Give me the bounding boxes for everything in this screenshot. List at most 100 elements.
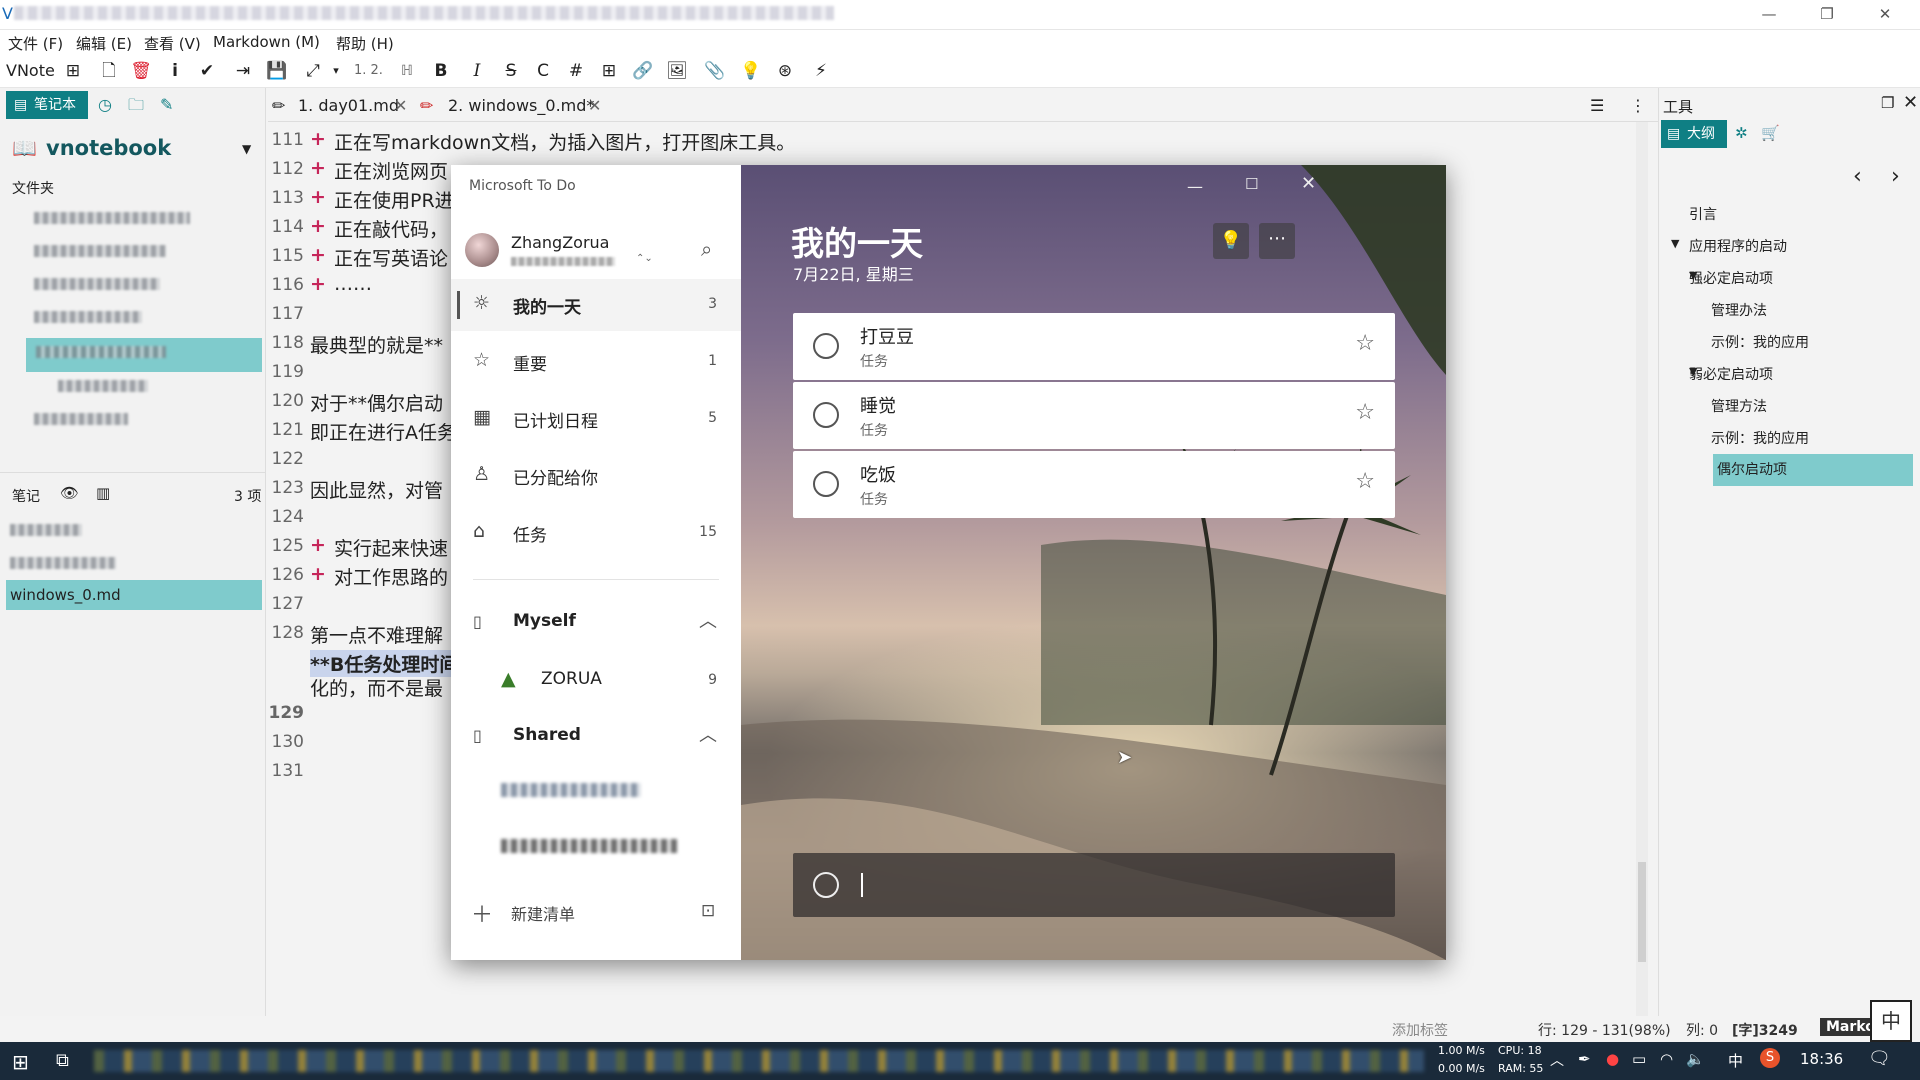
editor-line[interactable]: 即正在进行A任务 <box>310 418 456 445</box>
folder-item[interactable] <box>34 311 142 323</box>
expand-icon[interactable]: ⤢ <box>302 58 324 84</box>
bold-button[interactable]: B <box>430 58 452 84</box>
code-button[interactable]: C <box>532 58 554 84</box>
table-icon[interactable]: ⊞ <box>598 58 620 84</box>
todo-maximize-button[interactable]: ☐ <box>1245 175 1258 193</box>
delete-icon[interactable]: 🗑 <box>130 58 152 84</box>
expand-arrow-icon[interactable]: ▼ <box>1671 237 1679 250</box>
plus-icon[interactable]: ＋ <box>471 897 493 929</box>
tab-windows0[interactable]: 2. windows_0.md* <box>448 92 594 120</box>
editor-line[interactable]: 正在浏览网页 <box>334 157 448 184</box>
editor-line[interactable]: 正在写markdown文档，为插入图片，打开图床工具。 <box>334 128 795 155</box>
editor-line[interactable]: 因此显然，对管 <box>310 476 443 503</box>
star-icon[interactable]: ☆ <box>1355 331 1375 356</box>
notebook-name[interactable]: vnotebook <box>46 136 171 160</box>
shared-list-item[interactable] <box>501 839 677 853</box>
outline-item[interactable]: 引言 <box>1689 204 1717 224</box>
list-icon[interactable]: ☰ <box>1590 92 1604 120</box>
heading-icon[interactable]: ℍ <box>396 58 418 84</box>
star-icon[interactable]: ☆ <box>1355 400 1375 425</box>
task-item[interactable]: 吃饭 任务 ☆ <box>793 451 1395 518</box>
shared-list-item[interactable] <box>501 783 641 797</box>
account-chevron-icon[interactable]: ⌃⌄ <box>636 253 653 264</box>
more-options-icon[interactable]: ⋯ <box>1259 223 1295 259</box>
avatar[interactable] <box>465 233 499 267</box>
editor-line[interactable]: 正在使用PR进 <box>334 186 454 213</box>
outline-item[interactable]: 偶尔启动项 <box>1713 454 1913 486</box>
complete-circle-icon[interactable] <box>813 333 839 359</box>
folder-item[interactable] <box>34 245 166 257</box>
folder-item[interactable] <box>34 278 160 290</box>
outline-item[interactable]: 管理办法 <box>1711 300 1767 320</box>
menu-edit[interactable]: 编辑 (E) <box>76 33 132 54</box>
task-item[interactable]: 睡觉 任务 ☆ <box>793 382 1395 449</box>
editor-line[interactable]: 正在敲代码， <box>334 215 448 242</box>
bulb-icon[interactable]: 💡 <box>740 58 762 84</box>
list-zorua[interactable]: ▲ ZORUA 9 <box>451 655 741 707</box>
notebook-dropdown-icon[interactable]: ▼ <box>242 142 251 156</box>
nav-item[interactable]: ☼ 我的一天 3 <box>451 279 741 331</box>
search-icon[interactable]: ⌕ <box>701 237 712 261</box>
user-name[interactable]: ZhangZorua <box>511 233 609 252</box>
notebook-tab[interactable]: ▤ 笔记本 <box>6 91 88 119</box>
ime-indicator[interactable]: 中 <box>1870 1000 1912 1042</box>
globe-icon[interactable]: ⊛ <box>774 58 796 84</box>
group-myself[interactable]: ▯ Myself ︿ <box>451 597 741 649</box>
editor-line[interactable]: 正在写英语论 <box>334 244 448 271</box>
outline-tab[interactable]: ▤ 大纲 <box>1661 120 1727 148</box>
new-group-icon[interactable]: ⊡ <box>701 901 715 921</box>
wifi-icon[interactable]: ◠ <box>1660 1050 1673 1068</box>
panel-close-icon[interactable]: ✕ <box>1903 92 1918 113</box>
task-item[interactable]: 打豆豆 任务 ☆ <box>793 313 1395 380</box>
nav-item[interactable]: ☆ 重要 1 <box>451 336 741 388</box>
outline-item[interactable]: 示例：我的应用 <box>1711 428 1809 448</box>
folder-item[interactable] <box>34 413 128 425</box>
menu-help[interactable]: 帮助 (H) <box>336 33 394 54</box>
image-icon[interactable]: 🖼 <box>666 58 688 84</box>
tab-day01[interactable]: 1. day01.md <box>298 92 399 120</box>
tab-close-icon[interactable]: ✕ <box>588 92 601 120</box>
editor-line[interactable]: 实行起来快速 <box>334 534 448 561</box>
nav-item[interactable]: ⌂ 任务 15 <box>451 507 741 559</box>
outline-item[interactable]: 管理方法 <box>1711 396 1767 416</box>
menu-file[interactable]: 文件 (F) <box>8 33 63 54</box>
minimize-button[interactable]: — <box>1746 0 1792 30</box>
eye-icon[interactable]: 👁 <box>60 484 79 502</box>
pen-icon[interactable]: ✒ <box>1578 1050 1591 1068</box>
menu-view[interactable]: 查看 (V) <box>144 33 201 54</box>
magic-icon[interactable]: ✲ <box>1735 124 1748 142</box>
sogou-icon[interactable]: S <box>1760 1048 1780 1068</box>
float-icon[interactable]: ❐ <box>1881 94 1894 112</box>
editor-line[interactable]: 对工作思路的 <box>334 563 448 590</box>
strike-button[interactable]: S <box>500 58 522 84</box>
outline-item[interactable]: 强必定启动项 <box>1689 268 1773 288</box>
outline-item[interactable]: 弱必定启动项 <box>1689 364 1773 384</box>
menu-markdown[interactable]: Markdown (M) <box>213 33 320 51</box>
editor-line[interactable]: 最典型的就是** <box>310 331 443 358</box>
editor-line[interactable]: 对于**偶尔启动 <box>310 389 443 416</box>
nav-item[interactable]: ▦ 已计划日程 5 <box>451 393 741 445</box>
taskbar-apps[interactable] <box>94 1050 1424 1072</box>
add-task-input[interactable] <box>793 853 1395 917</box>
lightning-icon[interactable]: ⚡ <box>810 58 832 84</box>
outline-item[interactable]: 应用程序的启动 <box>1689 236 1787 256</box>
forward-arrow-icon[interactable]: › <box>1891 164 1900 189</box>
layout-icon[interactable]: ▥ <box>96 484 110 502</box>
new-list-button[interactable]: 新建清单 <box>511 901 575 925</box>
note-item-selected[interactable]: windows_0.md <box>6 580 262 610</box>
folder-item[interactable] <box>34 212 190 224</box>
complete-circle-icon[interactable] <box>813 471 839 497</box>
nav-item[interactable]: ♙ 已分配给你 <box>451 450 741 502</box>
folder-icon[interactable]: 🗀 <box>128 91 144 119</box>
editor-line[interactable]: …… <box>334 273 372 295</box>
tag-icon[interactable]: ✎ <box>160 91 173 119</box>
editor-line[interactable]: **B任务处理时间 <box>310 650 459 677</box>
chevron-up-icon[interactable]: ︿ <box>699 607 717 633</box>
new-note-icon[interactable]: 🗋 <box>98 58 120 84</box>
ime-tray[interactable]: 中 <box>1728 1050 1743 1071</box>
char-count[interactable]: [字]3249 <box>1732 1020 1798 1040</box>
link-icon[interactable]: 🔗 <box>632 58 654 84</box>
history-icon[interactable]: ◷ <box>98 91 112 119</box>
editor-line[interactable]: 化的，而不是最 <box>310 674 443 701</box>
volume-icon[interactable]: 🔈 <box>1686 1050 1705 1068</box>
